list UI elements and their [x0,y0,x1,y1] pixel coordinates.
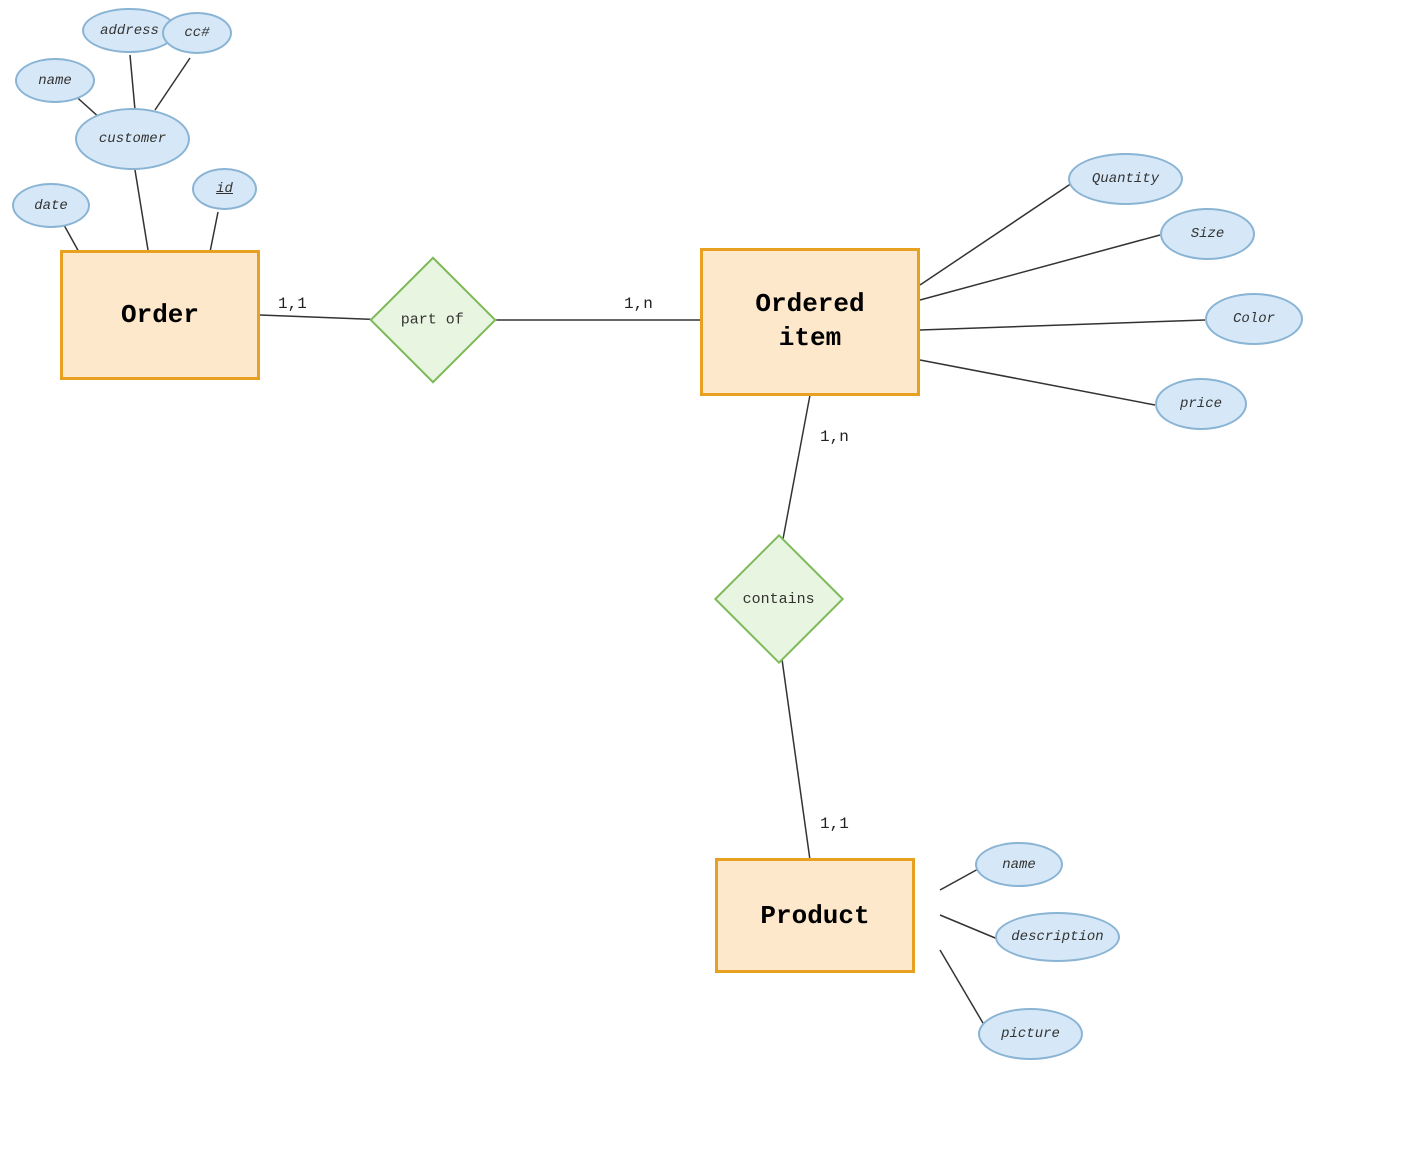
attr-color: Color [1205,293,1303,345]
product-entity: Product [715,858,915,973]
part-of-label: part of [401,311,464,328]
attr-prod-description: description [995,912,1120,962]
cardinality-contains-product: 1,1 [820,815,849,833]
ordered-item-label: Ordereditem [755,288,864,356]
order-entity: Order [60,250,260,380]
attr-quantity: Quantity [1068,153,1183,205]
cardinality-partof-ordereditem: 1,n [624,295,653,313]
product-label: Product [760,901,869,931]
attr-customer: customer [75,108,190,170]
part-of-relationship: part of [388,275,478,365]
attr-prod-picture: picture [978,1008,1083,1060]
attr-date: date [12,183,90,228]
attr-prod-name: name [975,842,1063,887]
cardinality-ordereditem-contains: 1,n [820,428,849,446]
contains-relationship: contains [733,553,825,645]
attr-size: Size [1160,208,1255,260]
order-label: Order [121,300,199,330]
attr-price: price [1155,378,1247,430]
attr-id: id [192,168,257,210]
cardinality-order-partof: 1,1 [278,295,307,313]
attr-name: name [15,58,95,103]
attr-cc: cc# [162,12,232,54]
ordered-item-entity: Ordereditem [700,248,920,396]
contains-label: contains [743,590,815,607]
